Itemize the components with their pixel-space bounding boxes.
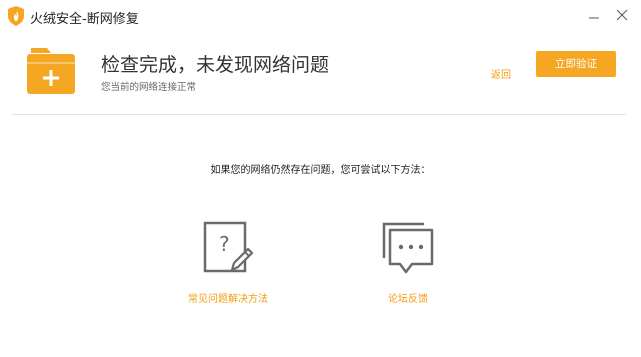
divider	[12, 114, 626, 115]
status-title: 检查完成，未发现网络问题	[101, 54, 330, 76]
svg-text:?: ?	[219, 232, 230, 256]
forum-feedback-label: 论坛反馈	[388, 294, 428, 305]
status-header: 检查完成，未发现网络问题 您当前的网络连接正常 返回 立即验证	[0, 32, 641, 112]
verify-now-button[interactable]: 立即验证	[536, 51, 616, 77]
back-link[interactable]: 返回	[491, 66, 511, 81]
troubleshoot-hint: 如果您的网络仍然存在问题，您可尝试以下方法：	[210, 165, 431, 176]
status-subtitle: 您当前的网络连接正常	[101, 82, 197, 93]
chat-bubbles-icon	[382, 222, 434, 274]
window-title: 火绒安全-断网修复	[30, 12, 139, 27]
folder-plus-icon	[27, 48, 75, 94]
faq-label: 常见问题解决方法	[188, 294, 268, 305]
faq-document-icon: ?	[203, 221, 254, 273]
faq-option[interactable]: ? 常见问题解决方法	[168, 220, 288, 310]
minimize-icon[interactable]	[585, 6, 603, 24]
forum-feedback-option[interactable]: 论坛反馈	[348, 220, 468, 310]
huorong-shield-icon	[8, 6, 24, 26]
close-icon[interactable]	[613, 6, 631, 24]
title-bar: 火绒安全-断网修复	[0, 0, 641, 32]
